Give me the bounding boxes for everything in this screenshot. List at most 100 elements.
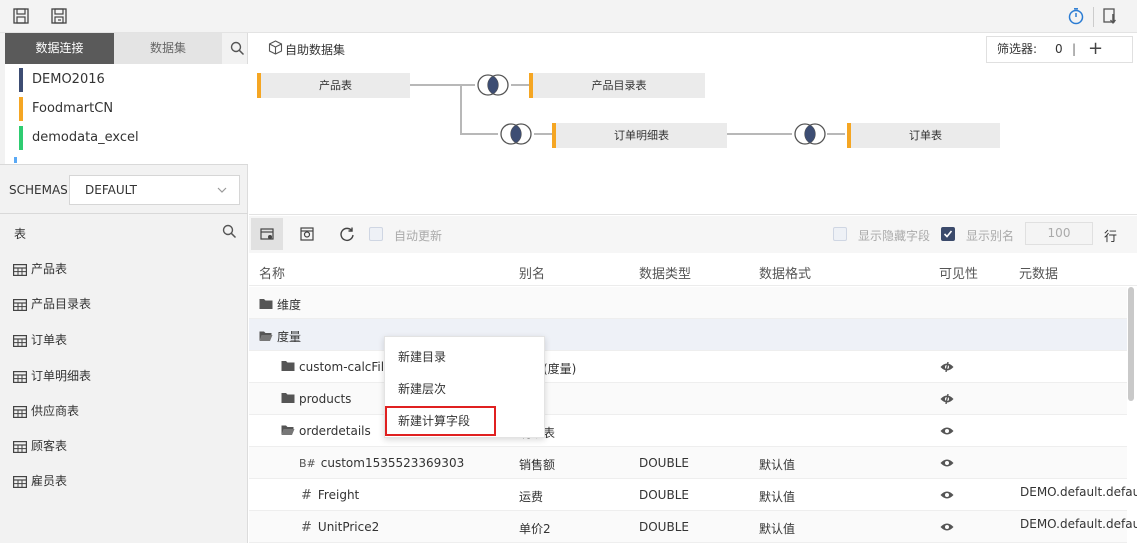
- connection-item[interactable]: FoodmartCN: [19, 97, 113, 121]
- scrollbar[interactable]: [1128, 287, 1134, 401]
- cell-name: B# custom1535523369303: [299, 456, 464, 470]
- left-panel: 数据连接 数据集 DEMO2016 FoodmartCN demodata_ex…: [0, 33, 248, 543]
- cell-name: orderdetails: [281, 424, 371, 438]
- name-text: Freight: [317, 488, 360, 502]
- filter-add-button[interactable]: +: [1088, 37, 1103, 60]
- header-visibility[interactable]: 可见性: [939, 263, 978, 282]
- name-text: orderdetails: [299, 424, 371, 438]
- connection-label: FoodmartCN: [32, 101, 114, 116]
- toolbar-divider: [1093, 7, 1094, 27]
- inner-join-icon[interactable]: [791, 122, 829, 146]
- cell-format: 默认值: [759, 522, 796, 536]
- refresh-button[interactable]: [331, 218, 363, 250]
- divider: [0, 164, 248, 165]
- menu-item-new-hierarchy[interactable]: 新建层次: [385, 374, 544, 404]
- show-alias-checkbox[interactable]: [941, 227, 955, 241]
- measure-field-icon: #: [301, 488, 312, 503]
- cell-format: 默认值: [759, 458, 796, 472]
- table-list-item[interactable]: 订单明细表: [13, 364, 91, 388]
- auto-update-checkbox[interactable]: [369, 227, 383, 241]
- eye-icon[interactable]: [940, 458, 954, 468]
- eye-icon[interactable]: [940, 426, 954, 436]
- table-row[interactable]: 度量: [249, 319, 1127, 351]
- table-icon: [13, 475, 27, 488]
- preview-button[interactable]: [291, 218, 323, 250]
- measure-field-icon: #: [301, 520, 312, 535]
- table-node[interactable]: 产品表: [257, 73, 410, 98]
- table-row[interactable]: B# custom1535523369303 销售额 DOUBLE 默认值: [249, 447, 1127, 479]
- eye-icon[interactable]: [940, 522, 954, 532]
- tab-dataset[interactable]: 数据集: [114, 33, 222, 64]
- table-node[interactable]: 产品目录表: [529, 73, 705, 98]
- table-node[interactable]: 订单表: [847, 123, 1000, 148]
- cell-metadata: DEMO.default.defau: [1020, 485, 1137, 499]
- join-line: [460, 133, 498, 135]
- cell-visibility: [940, 425, 954, 439]
- table-node[interactable]: 订单明细表: [552, 123, 727, 148]
- tab-data-connection[interactable]: 数据连接: [5, 33, 114, 64]
- table-row[interactable]: products表: [249, 383, 1127, 415]
- visibility-hidden-icon[interactable]: [940, 393, 954, 405]
- cell-visibility: [940, 489, 954, 503]
- table-icon: [13, 370, 27, 383]
- table-row[interactable]: custom-calcFil 字段(度量): [249, 351, 1127, 383]
- join-line: [460, 84, 462, 134]
- join-line: [726, 133, 792, 135]
- connection-label: demodata_excel: [32, 130, 139, 145]
- save-as-icon[interactable]: [50, 7, 68, 25]
- rows-input[interactable]: 100: [1025, 222, 1093, 245]
- connection-color-bar: [19, 68, 23, 92]
- cell-metadata: DEMO.default.defau: [1020, 517, 1137, 531]
- table-list-item[interactable]: 供应商表: [13, 399, 79, 423]
- connection-color-bar: [19, 126, 23, 150]
- connection-item[interactable]: demodata_excel: [19, 126, 139, 150]
- search-icon[interactable]: [230, 41, 245, 56]
- tables-label: 表: [14, 227, 27, 241]
- table-list-item[interactable]: 产品表: [13, 257, 67, 281]
- header-metadata[interactable]: 元数据: [1019, 263, 1058, 282]
- header-data-format[interactable]: 数据格式: [759, 263, 811, 282]
- connection-item[interactable]: DEMO2016: [19, 68, 105, 92]
- table-list-item[interactable]: 雇员表: [13, 469, 67, 493]
- inner-join-icon[interactable]: [497, 122, 535, 146]
- table-row[interactable]: 维度: [249, 287, 1127, 319]
- name-text: UnitPrice2: [317, 520, 380, 534]
- table-list-item[interactable]: 顾客表: [13, 434, 67, 458]
- header-alias[interactable]: 别名: [519, 263, 545, 282]
- table-row[interactable]: # Freight 运费 DOUBLE 默认值 DEMO.default.defau: [249, 479, 1137, 511]
- table-row[interactable]: # UnitPrice2 单价2 DOUBLE 默认值 DEMO.default.defa…: [249, 511, 1137, 543]
- grid-header: 名称 别名 数据类型 数据格式 可见性 元数据: [249, 255, 1137, 286]
- menu-item-new-folder[interactable]: 新建目录: [385, 342, 544, 372]
- field-view-button[interactable]: [251, 218, 283, 250]
- cell-type: DOUBLE: [639, 488, 689, 502]
- table-icon: [13, 298, 27, 311]
- table-list-label: 顾客表: [31, 439, 68, 453]
- name-text: 度量: [277, 330, 302, 344]
- table-icon: [13, 263, 27, 276]
- cell-name: products: [281, 392, 351, 406]
- eye-icon[interactable]: [940, 490, 954, 500]
- cube-icon: [268, 40, 283, 55]
- top-toolbar: [0, 0, 1137, 33]
- schemas-select[interactable]: DEFAULT: [69, 175, 240, 205]
- table-list-item[interactable]: 订单表: [13, 328, 67, 352]
- menu-item-new-calc-field[interactable]: 新建计算字段: [385, 406, 496, 436]
- clock-icon[interactable]: [1067, 7, 1085, 25]
- save-icon[interactable]: [12, 7, 30, 25]
- visibility-hidden-icon[interactable]: [940, 361, 954, 373]
- divider: [0, 213, 248, 214]
- join-line: [534, 133, 552, 135]
- table-list-item[interactable]: 产品目录表: [13, 292, 91, 316]
- main-panel: 自助数据集 筛选器: 0 | + 产品表 产品目录表 订单明细表 订单表 自动更…: [249, 33, 1137, 543]
- header-name[interactable]: 名称: [259, 263, 285, 282]
- export-icon[interactable]: [1101, 7, 1119, 25]
- inner-join-icon[interactable]: [474, 73, 512, 97]
- table-row[interactable]: orderdetails明细表: [249, 415, 1127, 447]
- checkmark-icon: [943, 230, 953, 238]
- show-hidden-checkbox[interactable]: [833, 227, 847, 241]
- cell-visibility: [940, 361, 954, 375]
- schemas-label: SCHEMAS: [9, 183, 68, 197]
- header-data-type[interactable]: 数据类型: [639, 263, 691, 282]
- cell-visibility: [940, 393, 954, 407]
- table-search-icon[interactable]: [222, 224, 237, 239]
